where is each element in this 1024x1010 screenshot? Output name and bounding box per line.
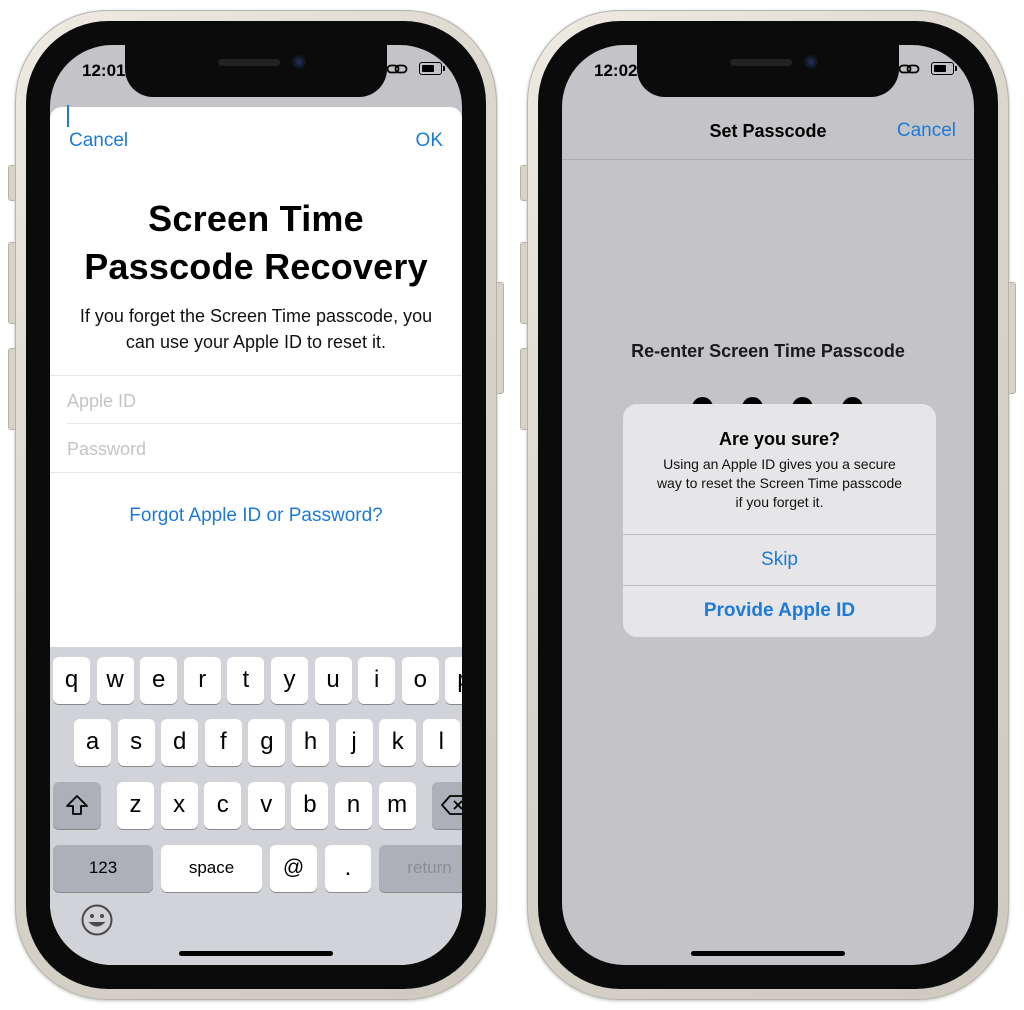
forgot-apple-id-link[interactable]: Forgot Apple ID or Password? — [50, 505, 462, 527]
divider — [50, 472, 462, 473]
at-key[interactable]: @ — [270, 845, 317, 892]
key-x[interactable]: x — [160, 782, 198, 829]
personal-hotspot-icon — [386, 64, 408, 74]
delete-key[interactable] — [432, 782, 462, 829]
key-t[interactable]: t — [227, 657, 265, 704]
bezel: 12:01 Cancel OK Screen Time Passcode Rec… — [26, 21, 486, 989]
volume-down-button — [520, 348, 528, 430]
text-caret — [67, 105, 69, 127]
right-screen: 12:02 Set Passcode Cancel Re-enter Scree… — [562, 45, 974, 965]
volume-down-button — [8, 348, 16, 430]
key-b[interactable]: b — [291, 782, 329, 829]
numbers-key[interactable]: 123 — [53, 845, 153, 892]
speaker — [218, 59, 280, 66]
key-f[interactable]: f — [204, 719, 242, 766]
period-key[interactable]: . — [325, 845, 371, 892]
key-p[interactable]: p — [445, 657, 462, 704]
key-g[interactable]: g — [248, 719, 286, 766]
side-button — [496, 282, 504, 394]
battery-icon — [419, 62, 445, 75]
skip-button[interactable]: Skip — [623, 535, 936, 585]
alert-message: Using an Apple ID gives you a secure way… — [635, 455, 924, 512]
home-indicator[interactable] — [691, 951, 845, 956]
description-line-1: If you forget the Screen Time passcode, … — [79, 306, 433, 326]
shift-key[interactable] — [53, 782, 101, 829]
speaker — [730, 59, 792, 66]
bezel: 12:02 Set Passcode Cancel Re-enter Scree… — [538, 21, 998, 989]
key-n[interactable]: n — [335, 782, 372, 829]
alert-message-line-1: Using an Apple ID gives you a secure — [663, 456, 896, 472]
key-o[interactable]: o — [401, 657, 439, 704]
personal-hotspot-icon — [898, 64, 920, 74]
key-j[interactable]: j — [335, 719, 373, 766]
provide-apple-id-button[interactable]: Provide Apple ID — [623, 586, 936, 636]
camera-icon — [804, 55, 818, 69]
title-line-1: Screen Time — [148, 198, 364, 239]
keyboard: qwertyuiop asdfghjkl zxcvbnm 123 space — [50, 647, 462, 965]
key-w[interactable]: w — [96, 657, 134, 704]
description-line-2: can use your Apple ID to reset it. — [125, 332, 387, 352]
alert-title: Are you sure? — [718, 429, 841, 449]
right-phone: 12:02 Set Passcode Cancel Re-enter Scree… — [520, 10, 1016, 1000]
alert-message-line-2: way to reset the Screen Time passcode — [656, 475, 903, 491]
passcode-prompt: Re-enter Screen Time Passcode — [631, 341, 905, 361]
key-y[interactable]: y — [271, 657, 308, 704]
ok-button[interactable]: OK — [416, 130, 443, 152]
key-s[interactable]: s — [117, 719, 155, 766]
alert-message-line-3: if you forget it. — [735, 494, 824, 510]
camera-icon — [292, 55, 306, 69]
return-key[interactable]: return — [379, 845, 462, 892]
key-l[interactable]: l — [422, 719, 460, 766]
status-time: 12:02 — [594, 61, 638, 80]
navigation-bar: Set Passcode Cancel — [562, 107, 974, 160]
password-field[interactable] — [67, 429, 445, 469]
volume-up-button — [520, 242, 528, 324]
key-q[interactable]: q — [53, 657, 90, 704]
notch — [637, 45, 899, 97]
cancel-button[interactable]: Cancel — [69, 130, 128, 152]
key-k[interactable]: k — [379, 719, 417, 766]
key-m[interactable]: m — [378, 782, 416, 829]
side-button — [1008, 282, 1016, 394]
key-r[interactable]: r — [183, 657, 221, 704]
key-i[interactable]: i — [358, 657, 396, 704]
key-v[interactable]: v — [247, 782, 285, 829]
key-h[interactable]: h — [292, 719, 329, 766]
key-a[interactable]: a — [74, 719, 111, 766]
confirmation-alert: Are you sure? Using an Apple ID gives yo… — [623, 404, 936, 637]
key-e[interactable]: e — [140, 657, 178, 704]
page-title: Screen Time Passcode Recovery — [50, 195, 462, 291]
left-phone: 12:01 Cancel OK Screen Time Passcode Rec… — [8, 10, 504, 1000]
emoji-icon[interactable] — [80, 903, 114, 937]
key-z[interactable]: z — [117, 782, 154, 829]
shift-icon — [66, 795, 88, 815]
divider — [50, 375, 462, 376]
home-indicator[interactable] — [179, 951, 333, 956]
key-u[interactable]: u — [314, 657, 352, 704]
key-c[interactable]: c — [204, 782, 242, 829]
delete-icon — [441, 795, 462, 815]
space-key[interactable]: space — [161, 845, 262, 892]
volume-up-button — [8, 242, 16, 324]
title-line-2: Passcode Recovery — [84, 246, 428, 287]
divider — [67, 423, 462, 424]
battery-icon — [931, 62, 957, 75]
mute-switch — [520, 165, 528, 201]
cancel-button[interactable]: Cancel — [897, 120, 956, 142]
key-d[interactable]: d — [161, 719, 199, 766]
notch — [125, 45, 387, 97]
description: If you forget the Screen Time passcode, … — [64, 303, 448, 355]
apple-id-field[interactable] — [67, 381, 445, 421]
status-time: 12:01 — [82, 61, 126, 80]
left-screen: 12:01 Cancel OK Screen Time Passcode Rec… — [50, 45, 462, 965]
mute-switch — [8, 165, 16, 201]
